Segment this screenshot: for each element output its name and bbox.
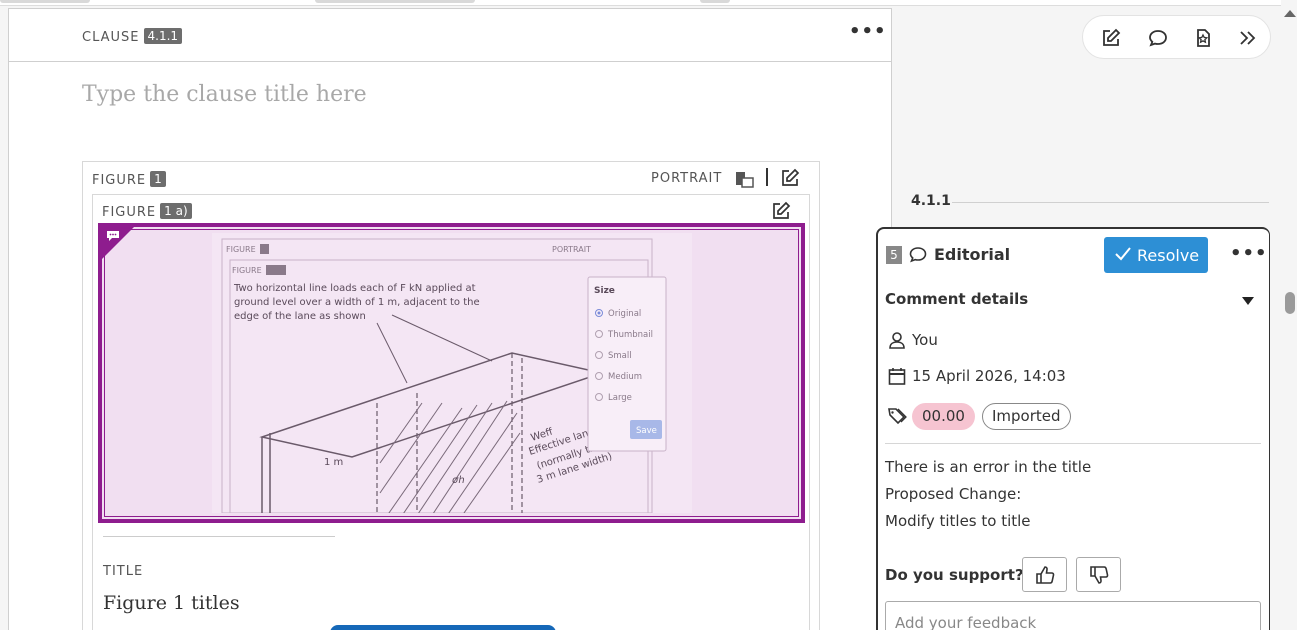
subfigure-container: FIGURE 1 a) FIGURE PORTRAIT FIGURE Two h… (92, 194, 810, 630)
clause-number: 4.1.1 (143, 28, 183, 44)
svg-text:1 m: 1 m (324, 457, 343, 468)
floating-action-bar[interactable] (330, 625, 556, 630)
divider (766, 168, 768, 186)
comment-text-line: There is an error in the title (885, 458, 1092, 476)
clause-header: CLAUSE 4.1.1 ••• (9, 9, 891, 62)
svg-text:σh: σh (452, 475, 465, 486)
app-root: CLAUSE 4.1.1 ••• Type the clause title he… (0, 0, 1297, 630)
subfigure-label: FIGURE 1 a) (102, 203, 192, 220)
bookmark-star-icon[interactable] (1192, 27, 1214, 49)
figure-container: FIGURE 1 PORTRAIT FIGURE 1 a) FIGURE POR… (82, 161, 820, 630)
comment-type: Editorial (934, 245, 1011, 264)
top-strip (0, 0, 1297, 6)
svg-text:FIGURE: FIGURE (232, 266, 262, 275)
highlighted-figure-image[interactable]: FIGURE PORTRAIT FIGURE Two horizontal li… (98, 223, 805, 523)
edit-icon[interactable] (1100, 27, 1122, 49)
svg-text:Medium: Medium (608, 372, 642, 382)
thumbs-down-button[interactable] (1076, 557, 1121, 592)
svg-text:Small: Small (608, 351, 632, 361)
clause-title-input[interactable]: Type the clause title here (82, 82, 367, 107)
title-label: TITLE (103, 564, 144, 579)
figure-label: FIGURE 1 (92, 171, 166, 188)
comment-more-menu-icon[interactable]: ••• (1230, 243, 1268, 264)
feedback-input[interactable]: Add your feedback (885, 601, 1261, 630)
clause-label: CLAUSE 4.1.1 (82, 28, 183, 45)
svg-text:Large: Large (608, 393, 632, 403)
scroll-up-arrow-icon[interactable] (1284, 10, 1296, 17)
comment-details-title[interactable]: Comment details (885, 290, 1028, 308)
edit-figure-icon[interactable] (780, 168, 800, 188)
check-icon (1115, 247, 1131, 261)
resolve-label: Resolve (1137, 245, 1200, 265)
comment-bubble-icon (107, 231, 119, 241)
clause-more-menu-icon[interactable]: ••• (849, 21, 887, 42)
orientation-toggle-icon[interactable] (735, 170, 755, 190)
tag-badge[interactable]: Imported (982, 403, 1071, 430)
thumbs-up-icon (1036, 566, 1055, 584)
comment-text-line: Proposed Change: (885, 485, 1022, 503)
tags-icon (888, 408, 907, 425)
divider (885, 443, 1261, 444)
thumbs-down-icon (1090, 566, 1109, 584)
svg-text:Original: Original (608, 309, 641, 319)
review-toolbar (1082, 15, 1271, 59)
svg-text:Size: Size (594, 286, 615, 296)
orientation-label: PORTRAIT (651, 171, 723, 186)
scrollbar-track[interactable] (1281, 0, 1297, 630)
thumbs-up-button[interactable] (1022, 557, 1067, 592)
top-tab[interactable] (315, 0, 475, 3)
scrollbar-thumb[interactable] (1285, 292, 1295, 314)
comment-icon[interactable] (1147, 27, 1169, 49)
title-separator (103, 536, 335, 537)
svg-text:PORTRAIT: PORTRAIT (552, 245, 591, 254)
top-tab[interactable] (700, 0, 730, 3)
comment-card: 5 Editorial Resolve ••• Comment details … (876, 227, 1270, 630)
edit-subfigure-icon[interactable] (771, 201, 791, 221)
comment-author: You (912, 331, 938, 349)
comment-anchor-label: 4.1.1 (911, 193, 951, 209)
user-icon (889, 332, 905, 349)
svg-text:FIGURE: FIGURE (226, 245, 256, 254)
clause-panel: CLAUSE 4.1.1 ••• Type the clause title he… (8, 8, 892, 630)
comment-text-line: Modify titles to title (885, 512, 1031, 530)
chevron-down-icon[interactable] (1242, 297, 1254, 305)
calendar-icon (888, 368, 906, 385)
resolve-button[interactable]: Resolve (1104, 237, 1208, 273)
support-label: Do you support? (885, 566, 1024, 584)
comment-bubble-icon (909, 247, 927, 263)
subfigure-number: 1 a) (160, 203, 192, 219)
tag-badge[interactable]: 00.00 (912, 403, 975, 430)
figure-number: 1 (150, 171, 166, 187)
svg-text:Save: Save (636, 426, 657, 436)
collapse-panel-icon[interactable] (1237, 27, 1259, 49)
figure-title-input[interactable]: Figure 1 titles (103, 592, 240, 614)
anchor-line (952, 202, 1269, 203)
comment-index: 5 (886, 246, 902, 264)
comment-date: 15 April 2026, 14:03 (912, 367, 1066, 385)
svg-text:Thumbnail: Thumbnail (607, 330, 653, 340)
top-tab[interactable] (0, 0, 90, 3)
figure-screenshot-image: FIGURE PORTRAIT FIGURE Two horizontal li… (212, 233, 692, 513)
